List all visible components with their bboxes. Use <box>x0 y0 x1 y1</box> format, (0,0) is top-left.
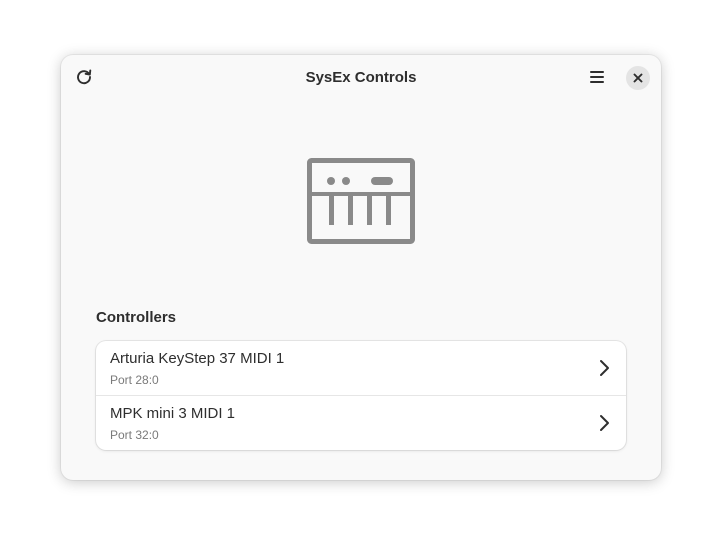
chevron-right-icon <box>600 415 609 431</box>
controller-row-arturia-keystep[interactable]: Arturia KeyStep 37 MIDI 1 Port 28:0 <box>96 341 626 395</box>
controllers-heading: Controllers <box>96 309 177 326</box>
main-menu-button[interactable] <box>584 63 610 91</box>
close-button[interactable] <box>626 66 650 90</box>
controller-name: Arturia KeyStep 37 MIDI 1 <box>110 350 285 367</box>
chevron-right-icon <box>600 360 609 376</box>
controller-name: MPK mini 3 MIDI 1 <box>110 405 236 422</box>
header-bar: SysEx Controls <box>61 55 661 101</box>
app-window: SysEx Controls Controllers Arturia KeySt… <box>61 55 661 480</box>
hamburger-menu-icon <box>590 71 604 83</box>
controller-row-mpk-mini[interactable]: MPK mini 3 MIDI 1 Port 32:0 <box>96 395 626 450</box>
controller-port: Port 28:0 <box>110 373 159 387</box>
window-title: SysEx Controls <box>305 69 417 86</box>
midi-keyboard-icon <box>307 158 415 244</box>
close-icon <box>633 73 643 83</box>
controller-port: Port 32:0 <box>110 428 159 442</box>
controllers-list: Arturia KeyStep 37 MIDI 1 Port 28:0 MPK … <box>96 341 626 450</box>
